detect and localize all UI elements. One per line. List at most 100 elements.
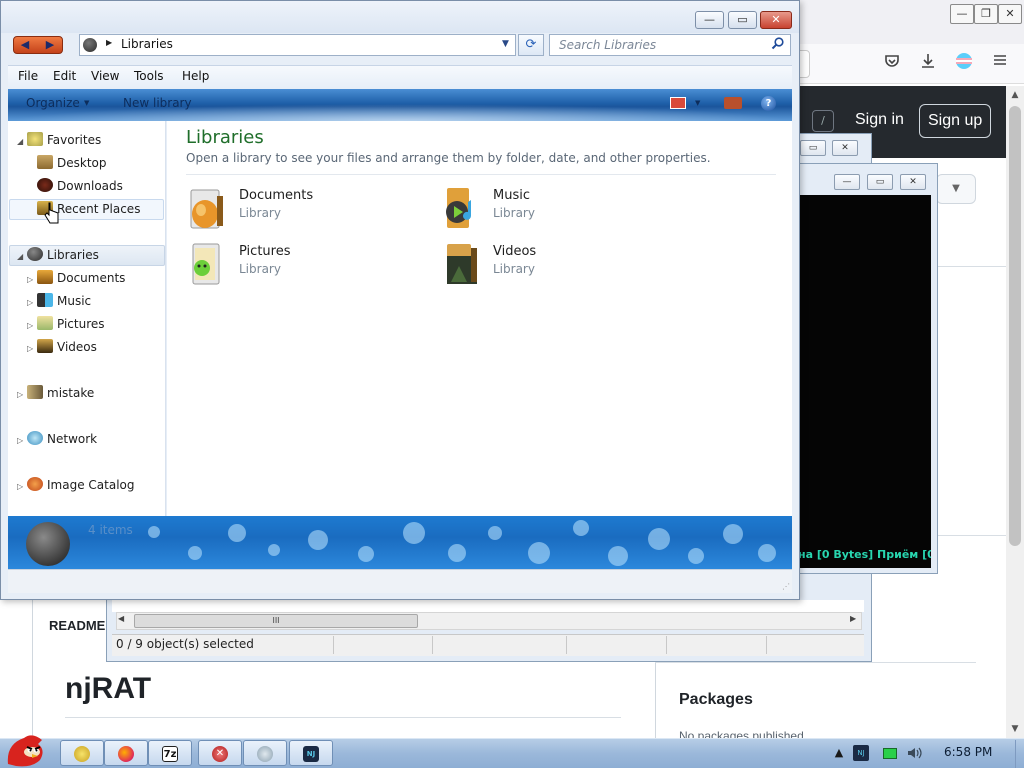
- address-breadcrumb[interactable]: Libraries: [121, 37, 173, 51]
- nav-music[interactable]: ▷ Music: [27, 290, 91, 312]
- divider: [65, 717, 621, 718]
- menu-edit[interactable]: Edit: [53, 69, 76, 83]
- menu-file[interactable]: File: [18, 69, 38, 83]
- page-title: Libraries: [186, 127, 264, 148]
- divider: [186, 174, 776, 175]
- refresh-button[interactable]: ⟳: [518, 34, 544, 56]
- pocket-icon[interactable]: [881, 52, 903, 74]
- chevron-down-icon[interactable]: ▼: [84, 99, 89, 107]
- menu-tools[interactable]: Tools: [134, 69, 164, 83]
- library-documents[interactable]: Documents Library: [187, 186, 387, 232]
- account-icon[interactable]: [953, 52, 975, 74]
- network-status-icon[interactable]: [883, 748, 897, 759]
- rat-restore-button[interactable]: ▭: [800, 140, 826, 156]
- nav-image-catalog[interactable]: ▷ Image Catalog: [17, 474, 134, 496]
- volume-icon[interactable]: [906, 745, 922, 761]
- nav-label: Pictures: [57, 317, 105, 331]
- collapse-arrow-icon[interactable]: ◢: [17, 131, 27, 153]
- library-pictures[interactable]: Pictures Library: [187, 242, 387, 288]
- change-view-icon[interactable]: [670, 97, 686, 109]
- expand-arrow-icon[interactable]: ▷: [27, 315, 37, 337]
- expand-arrow-icon[interactable]: ▷: [27, 269, 37, 291]
- terminal-output[interactable]: [798, 195, 931, 540]
- nav-mistake[interactable]: ▷ mistake: [17, 382, 94, 404]
- preview-pane-icon[interactable]: [724, 97, 742, 109]
- library-music[interactable]: Music Library: [441, 186, 641, 232]
- address-dropdown-icon[interactable]: ▼: [502, 39, 509, 49]
- forward-button[interactable]: ▶: [38, 37, 62, 53]
- library-name: Pictures: [239, 244, 291, 259]
- taskbar-njrat[interactable]: NJ: [289, 740, 333, 766]
- firefox-icon: [118, 746, 134, 762]
- network-tool-icon: [257, 746, 273, 762]
- videos-icon: [37, 339, 53, 353]
- scroll-up-arrow[interactable]: ▲: [1006, 86, 1024, 104]
- scroll-down-arrow[interactable]: ▼: [1006, 720, 1024, 738]
- start-button[interactable]: [2, 730, 50, 768]
- expand-arrow-icon[interactable]: ▷: [27, 292, 37, 314]
- content-pane[interactable]: [167, 121, 792, 516]
- download-icon[interactable]: [917, 52, 939, 74]
- search-icon[interactable]: [771, 37, 784, 53]
- nav-documents[interactable]: ▷ Documents: [27, 267, 125, 289]
- expand-arrow-icon[interactable]: ▷: [17, 384, 27, 406]
- expand-arrow-icon[interactable]: ▷: [17, 476, 27, 498]
- browser-restore-button[interactable]: ❐: [974, 4, 998, 24]
- browser-close-button[interactable]: ✕: [998, 4, 1022, 24]
- rat-close-button[interactable]: ✕: [832, 140, 858, 156]
- nav-pictures[interactable]: ▷ Pictures: [27, 313, 105, 335]
- back-button[interactable]: ◀: [13, 37, 37, 53]
- menu-icon[interactable]: [989, 52, 1011, 74]
- browser-minimize-button[interactable]: —: [950, 4, 974, 24]
- collapse-arrow-icon[interactable]: ◢: [17, 246, 27, 268]
- explorer-close-button[interactable]: ✕: [760, 11, 792, 29]
- menu-view[interactable]: View: [91, 69, 119, 83]
- sign-up-button[interactable]: Sign up: [919, 104, 992, 138]
- client-list[interactable]: [112, 600, 864, 612]
- packages-heading[interactable]: Packages: [679, 691, 753, 709]
- help-icon[interactable]: ?: [761, 96, 776, 111]
- readme-tab[interactable]: README: [49, 618, 105, 633]
- scroll-right-arrow[interactable]: ▶: [850, 614, 856, 623]
- taskbar-firefox[interactable]: [104, 740, 148, 766]
- taskbar-error-tool[interactable]: ✕: [198, 740, 242, 766]
- explorer-title-bar[interactable]: [1, 1, 799, 33]
- library-name: Videos: [493, 244, 537, 259]
- search-placeholder: Search Libraries: [559, 38, 657, 52]
- menu-help[interactable]: Help: [182, 69, 209, 83]
- terminal-minimize-button[interactable]: —: [834, 174, 860, 190]
- taskbar-explorer[interactable]: [60, 740, 104, 766]
- show-desktop-button[interactable]: [1015, 740, 1024, 768]
- chevron-down-icon[interactable]: ▼: [695, 99, 700, 107]
- nav-label: Music: [57, 294, 92, 308]
- scrollbar-thumb[interactable]: [1009, 106, 1021, 546]
- new-library-button[interactable]: New library: [123, 96, 192, 110]
- explorer-maximize-button[interactable]: ▭: [728, 11, 757, 29]
- scrollbar-thumb[interactable]: III: [134, 614, 418, 628]
- nav-desktop[interactable]: Desktop: [37, 152, 107, 174]
- taskbar-7zip[interactable]: 7z: [148, 740, 192, 766]
- njrat-tray-icon[interactable]: NJ: [853, 745, 869, 761]
- expand-arrow-icon[interactable]: ▷: [17, 430, 27, 452]
- breadcrumb-chevron-icon[interactable]: ▶: [106, 38, 112, 47]
- clock[interactable]: 6:58 PM: [944, 745, 992, 759]
- terminal-restore-button[interactable]: ▭: [867, 174, 893, 190]
- libraries-icon: [26, 522, 70, 566]
- nav-favorites[interactable]: ◢ Favorites: [17, 129, 101, 151]
- 7zip-icon: 7z: [162, 746, 178, 762]
- taskbar-network-tool[interactable]: [243, 740, 287, 766]
- explorer-minimize-button[interactable]: —: [695, 11, 724, 29]
- scroll-left-arrow[interactable]: ◀: [118, 614, 124, 623]
- tray-expand-icon[interactable]: ▲: [831, 745, 847, 761]
- expand-arrow-icon[interactable]: ▷: [27, 338, 37, 360]
- videos-icon: [441, 242, 481, 288]
- nav-network[interactable]: ▷ Network: [17, 428, 97, 450]
- library-videos[interactable]: Videos Library: [441, 242, 641, 288]
- terminal-close-button[interactable]: ✕: [900, 174, 926, 190]
- dropdown-button[interactable]: ▼: [936, 174, 976, 204]
- resize-grip-icon[interactable]: ⋰: [782, 582, 790, 591]
- nav-downloads[interactable]: Downloads: [37, 175, 123, 197]
- organize-button[interactable]: Organize: [26, 96, 80, 110]
- nav-videos[interactable]: ▷ Videos: [27, 336, 97, 358]
- nav-libraries[interactable]: ◢ Libraries: [17, 244, 99, 266]
